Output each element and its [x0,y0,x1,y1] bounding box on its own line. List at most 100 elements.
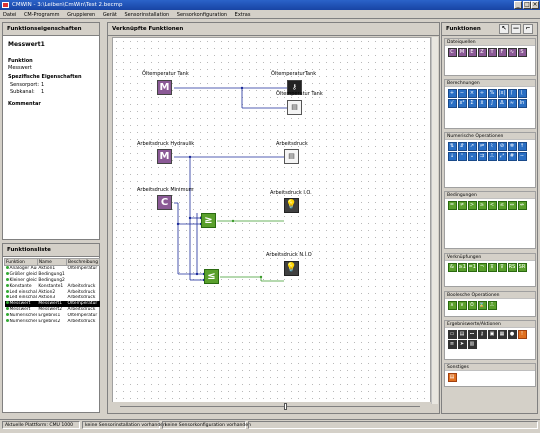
table-row[interactable]: Messwert Messwert2 Arbeitsdruck [5,307,100,313]
minimize-button[interactable]: _ [514,1,522,9]
table-row[interactable]: Konstante Konstante1 Arbeitsdruck [5,283,100,289]
in-range-icon[interactable]: ⇔ [507,200,517,210]
alarm-icon[interactable]: ! [517,329,527,339]
ein-icon[interactable]: E [467,47,477,57]
step-tool-icon[interactable]: ⌐ [523,24,533,34]
not-equal-icon[interactable]: ≠ [457,200,467,210]
min-icon[interactable]: ⌊ [517,88,527,98]
note-icon[interactable]: ▤ [447,372,457,382]
zoom-slider[interactable] [112,402,431,411]
out-range-icon[interactable]: ⇎ [517,200,527,210]
col-name[interactable]: Name [36,258,68,266]
led-icon[interactable]: ● [507,329,517,339]
menu-datei[interactable]: Datei [0,10,19,18]
hyst-icon[interactable]: ⌇ [487,141,497,151]
led-bulb-icon-nio[interactable]: 💡 [284,261,299,276]
and-icon[interactable]: & [447,262,457,272]
peak-icon[interactable]: ⌃ [457,151,467,161]
not-icon[interactable]: ¬ [477,262,487,272]
close-button[interactable]: × [531,1,539,9]
digital-out-icon[interactable]: ▣ [487,329,497,339]
valley-icon[interactable]: ⌄ [467,151,477,161]
analog-out-icon[interactable]: ⎓ [467,329,477,339]
frequenz-icon[interactable]: F [497,47,507,57]
konstante-block[interactable]: C [157,195,172,210]
flipflop-icon[interactable]: RS [507,262,517,272]
maximize-button[interactable]: □ [523,1,531,9]
wave-icon[interactable]: ∿ [507,47,517,57]
less-equal-block[interactable]: ≤ [204,269,219,284]
freeze-icon[interactable]: ❄ [507,141,517,151]
key-icon[interactable]: ⚷ [477,329,487,339]
scale-icon[interactable]: ⤢ [497,151,507,161]
col-funktion[interactable]: Funktion [4,258,38,266]
nor-icon[interactable]: ⊽ [497,262,507,272]
table-row[interactable]: Analoger AusgangAktion1 Öltemperatur [5,266,100,272]
multiply-icon[interactable]: × [467,88,477,98]
store-icon[interactable]: ▥ [467,339,477,349]
sqrt-icon[interactable]: √ [447,98,457,108]
print-icon[interactable]: ▤ [457,329,467,339]
display-icon[interactable]: ▭ [447,329,457,339]
up-icon[interactable]: ↑ [517,141,527,151]
menu-geraet[interactable]: Gerät [100,10,120,18]
greater-icon[interactable]: > [467,200,477,210]
curve-icon[interactable]: ∽ [517,151,527,161]
messwert-block-ad[interactable]: M [157,149,172,164]
numeric-output-icon-ad[interactable]: ▤ [284,149,299,164]
integral-icon[interactable]: ∫ [487,98,497,108]
slider-thumb[interactable] [284,403,287,410]
table-row[interactable]: Messwert Messwert1 Öltemperatur [4,300,100,307]
zaehler-icon[interactable]: Z [477,47,487,57]
abs-icon[interactable]: |x| [497,88,507,98]
counter-icon[interactable]: # [507,151,517,161]
greater-equal-block[interactable]: ≥ [201,213,216,228]
shift-icon[interactable]: ⇉ [477,151,487,161]
round-icon[interactable]: ≈ [507,98,517,108]
delta-icon[interactable]: Δ [497,98,507,108]
subkanal-value[interactable]: 1 [41,89,44,95]
vertical-scrollbar[interactable] [431,37,438,404]
numeric-out-icon[interactable]: ▦ [497,329,507,339]
greater-equal-icon[interactable]: ≥ [477,200,487,210]
send-icon[interactable]: ➤ [457,339,467,349]
down-icon[interactable]: ↓ [447,151,457,161]
table-row[interactable]: Led einschaltenAktion3 Arbeitsdruck [5,295,100,301]
bool-pulse-icon[interactable]: ⎍ [487,300,497,310]
signal-icon[interactable]: S [517,47,527,57]
minus-icon[interactable]: − [457,88,467,98]
plus-icon[interactable]: + [447,88,457,98]
sum-icon[interactable]: Σ [467,98,477,108]
filter-icon[interactable]: ⇅ [447,141,457,151]
pointer-tool-icon[interactable]: ↖ [499,24,509,34]
table-row[interactable]: Numerischer AusgErgebnis2 Arbeitsdruck [5,318,100,325]
or-icon[interactable]: ≥1 [457,262,467,272]
menu-sensorkonfiguration[interactable]: Sensorkonfiguration [174,10,230,18]
bool-and-icon[interactable]: ∧ [447,300,457,310]
line-tool-icon[interactable]: — [511,24,521,34]
col-beschreibung[interactable]: Beschreibung [66,258,100,266]
max-icon[interactable]: ⌈ [507,88,517,98]
numeric-output-icon-oel[interactable]: ▤ [287,100,302,115]
ramp-icon[interactable]: ↗ [467,141,477,151]
nand-icon[interactable]: ⊼ [487,262,497,272]
bool-or-icon[interactable]: ∨ [457,300,467,310]
log-out-icon[interactable]: ≡ [447,339,457,349]
hold-icon[interactable]: ⇵ [457,141,467,151]
less-icon[interactable]: < [487,200,497,210]
menu-cm-programm[interactable]: CM-Programm [21,10,63,18]
latch-icon[interactable]: SR [517,262,527,272]
menu-sensorinstallation[interactable]: Sensorinstallation [121,10,172,18]
edge-icon[interactable]: ⎍ [487,151,497,161]
limit-icon[interactable]: ⇌ [477,141,487,151]
equal-icon[interactable]: = [447,200,457,210]
messwert-block-oel[interactable]: M [157,80,172,95]
table-row[interactable]: Numerischer AusgErgebnis1 Öltemperatur [5,313,100,319]
led-bulb-icon-io[interactable]: 💡 [284,198,299,213]
percent-icon[interactable]: % [487,88,497,98]
konstante-icon[interactable]: C [447,47,457,57]
mean-icon[interactable]: x̄ [477,98,487,108]
bool-timer-icon[interactable]: ⏱ [467,300,477,310]
sensorport-value[interactable]: 1 [41,82,44,88]
power-icon[interactable]: x² [457,98,467,108]
